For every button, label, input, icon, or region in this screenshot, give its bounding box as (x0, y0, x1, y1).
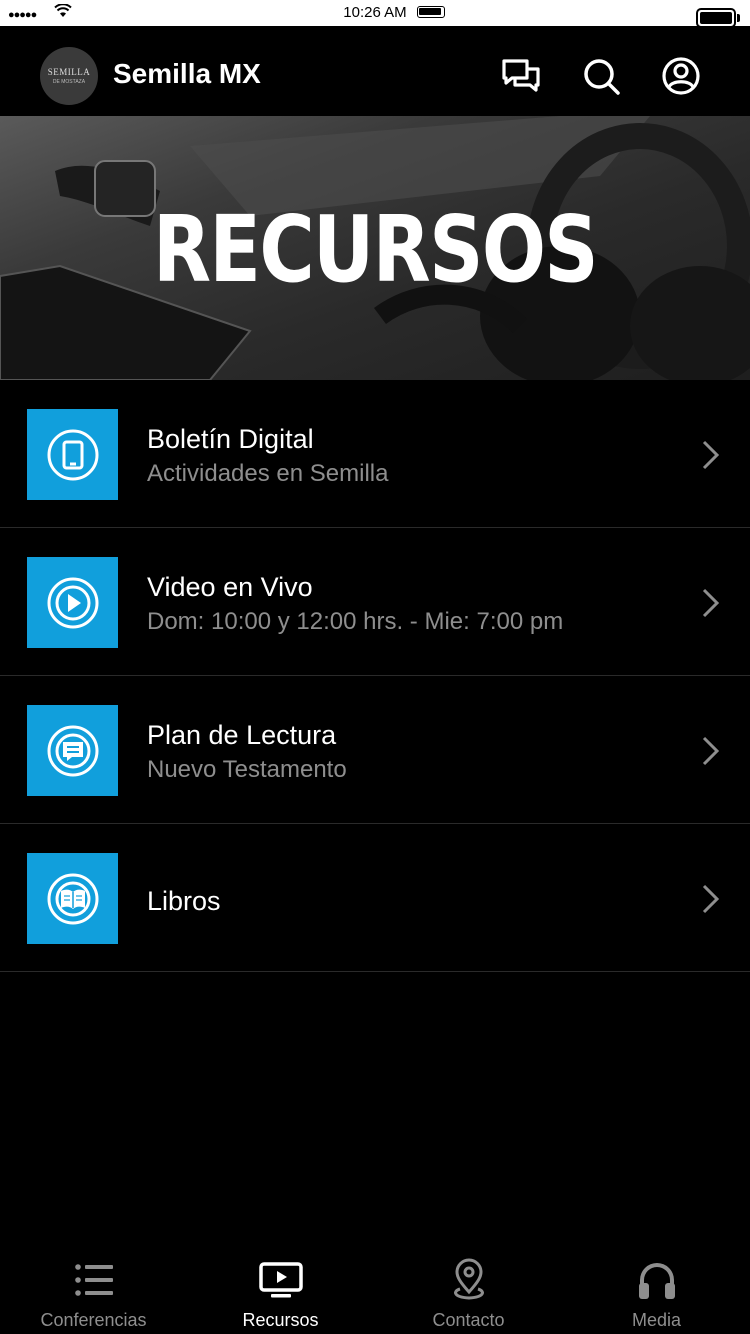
tablet-icon (27, 409, 118, 500)
logo-text: SEMILLA (47, 66, 91, 77)
location-pin-icon (453, 1258, 484, 1300)
book-icon (27, 853, 118, 944)
chat-bubbles-icon[interactable] (501, 56, 541, 96)
resource-list: Boletín Digital Actividades en Semilla V… (0, 380, 750, 972)
hero-banner: RECURSOS (0, 116, 750, 380)
item-title: Libros (147, 886, 221, 916)
tab-bar: Conferencias Recursos Contacto Media (0, 1238, 750, 1334)
item-title: Plan de Lectura (147, 720, 337, 750)
battery-icon (696, 8, 736, 28)
play-icon (27, 557, 118, 648)
chat-icon (27, 705, 118, 796)
banner-title: RECURSOS (152, 196, 599, 303)
list-item-libros[interactable]: Libros (0, 824, 750, 972)
status-bar: ●●●●● 10:26 AM (0, 0, 750, 28)
tv-play-icon (258, 1262, 303, 1298)
app-title: Semilla MX (113, 58, 261, 89)
tab-label: Recursos (242, 1310, 319, 1330)
tab-label: Contacto (432, 1310, 505, 1330)
item-subtitle: Dom: 10:00 y 12:00 hrs. - Mie: 7:00 pm (147, 608, 564, 635)
search-icon[interactable] (581, 56, 621, 96)
status-time: 10:26 AM (343, 4, 407, 21)
tab-conferencias[interactable]: Conferencias (0, 1238, 187, 1334)
list-item-plan-de-lectura[interactable]: Plan de Lectura Nuevo Testamento (0, 676, 750, 824)
tab-contacto[interactable]: Contacto (375, 1238, 562, 1334)
list-item-video-en-vivo[interactable]: Video en Vivo Dom: 10:00 y 12:00 hrs. - … (0, 528, 750, 676)
tab-label: Media (631, 1310, 682, 1330)
list-icon (74, 1264, 113, 1296)
tab-label: Conferencias (40, 1310, 147, 1330)
headphones-icon (638, 1263, 675, 1299)
chevron-right-icon (702, 588, 720, 618)
item-title: Boletín Digital (147, 424, 314, 454)
battery-nub (737, 14, 740, 22)
logo-subtext: DE MOSTAZA (52, 78, 86, 85)
item-subtitle: Nuevo Testamento (147, 756, 347, 783)
list-item-boletin-digital[interactable]: Boletín Digital Actividades en Semilla (0, 380, 750, 528)
battery-icon (417, 6, 445, 18)
item-subtitle: Actividades en Semilla (147, 460, 389, 487)
chevron-right-icon (702, 736, 720, 766)
user-profile-icon[interactable] (661, 56, 701, 96)
app-header: SEMILLA DE MOSTAZA Semilla MX (0, 26, 750, 116)
chevron-right-icon (702, 440, 720, 470)
chevron-right-icon (702, 884, 720, 914)
tab-recursos[interactable]: Recursos (187, 1238, 374, 1334)
item-title: Video en Vivo (147, 572, 313, 602)
tab-media[interactable]: Media (563, 1238, 750, 1334)
app-logo[interactable]: SEMILLA DE MOSTAZA (40, 47, 98, 105)
